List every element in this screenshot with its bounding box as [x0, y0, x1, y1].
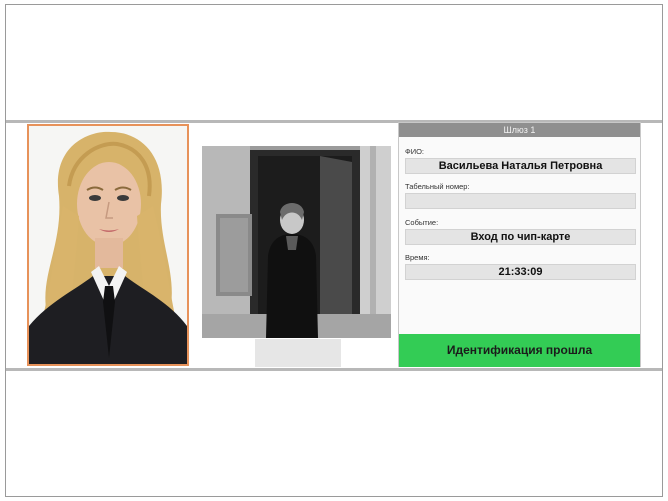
time-field: 21:33:09	[405, 264, 636, 280]
info-panel: Шлюз 1 ФИО: Васильева Наталья Петровна Т…	[398, 122, 641, 367]
camera-caption-placeholder	[255, 339, 341, 367]
gate-title: Шлюз 1	[399, 123, 640, 137]
employee-photo-icon	[29, 126, 187, 364]
time-label: Время:	[405, 253, 430, 262]
tab-number-field	[405, 193, 636, 209]
identification-status: Идентификация прошла	[399, 334, 640, 367]
event-field: Вход по чип-карте	[405, 229, 636, 245]
fio-label: ФИО:	[405, 147, 425, 156]
employee-photo	[27, 124, 189, 366]
event-label: Событие:	[405, 218, 439, 227]
tab-number-label: Табельный номер:	[405, 182, 470, 191]
fio-field: Васильева Наталья Петровна	[405, 158, 636, 174]
camera-snapshot-icon	[202, 146, 391, 338]
camera-snapshot	[202, 146, 391, 338]
